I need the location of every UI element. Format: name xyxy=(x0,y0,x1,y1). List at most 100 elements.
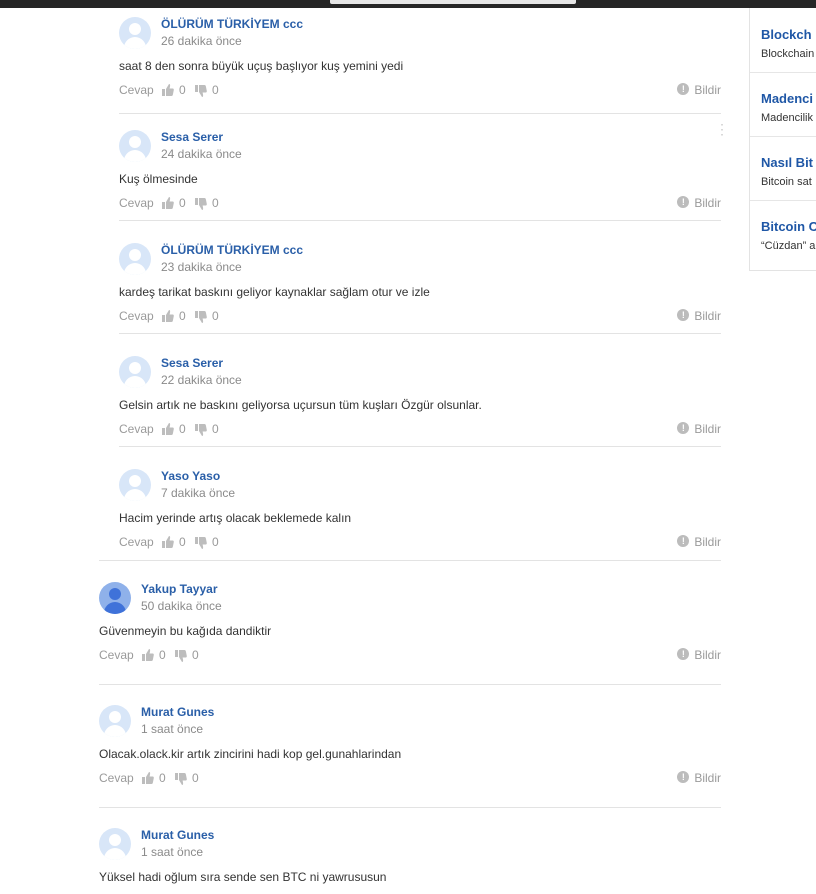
comment-text: Kuş ölmesinde xyxy=(119,172,198,186)
dislike-count: 0 xyxy=(212,196,219,210)
like-count: 0 xyxy=(159,648,166,662)
report-label: Bildir xyxy=(694,422,721,436)
report-button[interactable]: ! Bildir xyxy=(677,771,721,785)
dislike-count: 0 xyxy=(192,771,199,785)
comment-actions: Cevap 0 0 ! Bildir xyxy=(119,422,721,436)
reply-button[interactable]: Cevap xyxy=(99,648,134,662)
comment-actions: Cevap 0 0 ! Bildir xyxy=(99,771,721,785)
avatar[interactable] xyxy=(119,469,151,501)
reply-button[interactable]: Cevap xyxy=(119,196,154,210)
thumbs-up-icon[interactable] xyxy=(162,423,174,435)
report-label: Bildir xyxy=(694,309,721,323)
thumbs-down-icon[interactable] xyxy=(195,311,207,323)
reply-button[interactable]: Cevap xyxy=(119,422,154,436)
comment: Murat Gunes 1 saat önce Yüksel hadi oğlu… xyxy=(99,819,721,894)
thumbs-down-icon[interactable] xyxy=(195,537,207,549)
avatar[interactable] xyxy=(99,582,131,614)
thumbs-down-icon[interactable] xyxy=(195,424,207,436)
comment-actions: Cevap 0 0 ! Bildir xyxy=(119,535,721,549)
thumbs-up-icon[interactable] xyxy=(162,197,174,209)
sidebar-article[interactable]: Blockch Blockchain xyxy=(750,8,816,73)
comment-text: kardeş tarikat baskını geliyor kaynaklar… xyxy=(119,285,430,299)
reply-button[interactable]: Cevap xyxy=(119,535,154,549)
sidebar-article[interactable]: Nasıl Bit Bitcoin sat xyxy=(750,136,816,201)
comment-author[interactable]: Sesa Serer xyxy=(161,130,223,144)
sidebar-article-desc: “Cüzdan” a xyxy=(761,240,816,252)
more-options-icon[interactable]: ⋮ xyxy=(715,122,729,141)
report-button[interactable]: ! Bildir xyxy=(677,535,721,549)
thumbs-up-icon[interactable] xyxy=(142,649,154,661)
browser-top-bar xyxy=(0,0,816,8)
like-count: 0 xyxy=(159,771,166,785)
comment: Yakup Tayyar 50 dakika önce Güvenmeyin b… xyxy=(99,573,721,685)
comment-text: Yüksel hadi oğlum sıra sende sen BTC ni … xyxy=(99,870,387,884)
thumbs-down-icon[interactable] xyxy=(195,85,207,97)
avatar[interactable] xyxy=(119,130,151,162)
comment-actions: Cevap 0 0 ! Bildir xyxy=(119,83,721,97)
thumbs-down-icon[interactable] xyxy=(195,198,207,210)
sidebar-article-title[interactable]: Madenci xyxy=(761,91,813,106)
alert-icon: ! xyxy=(677,196,690,208)
comment-author[interactable]: Murat Gunes xyxy=(141,705,214,719)
alert-icon: ! xyxy=(677,309,690,321)
comment-text: Olacak.olack.kir artık zincirini hadi ko… xyxy=(99,747,402,761)
dislike-count: 0 xyxy=(212,535,219,549)
report-button[interactable]: ! Bildir xyxy=(677,196,721,210)
comment-actions: Cevap 0 0 ! Bildir xyxy=(119,309,721,323)
sidebar-article[interactable]: Madenci Madencilik xyxy=(750,72,816,137)
report-button[interactable]: ! Bildir xyxy=(677,422,721,436)
comment-author[interactable]: ÖLÜRÜM TÜRKİYEM ccc xyxy=(161,17,303,31)
alert-icon: ! xyxy=(677,422,690,434)
thumbs-up-icon[interactable] xyxy=(162,84,174,96)
sidebar-article-title[interactable]: Bitcoin C xyxy=(761,219,816,234)
comment-reply: ÖLÜRÜM TÜRKİYEM ccc 23 dakika önce karde… xyxy=(119,234,721,334)
avatar[interactable] xyxy=(99,828,131,860)
dislike-count: 0 xyxy=(212,83,219,97)
report-button[interactable]: ! Bildir xyxy=(677,83,721,97)
dislike-count: 0 xyxy=(212,309,219,323)
sidebar-article[interactable]: Bitcoin C “Cüzdan” a xyxy=(750,200,816,264)
top-scrollbar-thumb[interactable] xyxy=(330,0,576,4)
comment-reply: Yaso Yaso 7 dakika önce Hacim yerinde ar… xyxy=(99,460,721,561)
reply-button[interactable]: Cevap xyxy=(99,771,134,785)
reply-button[interactable]: Cevap xyxy=(119,83,154,97)
report-label: Bildir xyxy=(694,196,721,210)
alert-icon: ! xyxy=(677,648,690,660)
thumbs-up-icon[interactable] xyxy=(142,772,154,784)
alert-icon: ! xyxy=(677,771,690,783)
thumbs-up-icon[interactable] xyxy=(162,536,174,548)
report-label: Bildir xyxy=(694,83,721,97)
thumbs-down-icon[interactable] xyxy=(175,650,187,662)
comment-author[interactable]: Murat Gunes xyxy=(141,828,214,842)
comment-author[interactable]: Yaso Yaso xyxy=(161,469,220,483)
report-button[interactable]: ! Bildir xyxy=(677,648,721,662)
comment-author[interactable]: Yakup Tayyar xyxy=(141,582,218,596)
comment: Murat Gunes 1 saat önce Olacak.olack.kir… xyxy=(99,696,721,808)
avatar[interactable] xyxy=(99,705,131,737)
report-label: Bildir xyxy=(694,535,721,549)
comment-reply: ÖLÜRÜM TÜRKİYEM ccc 26 dakika önce saat … xyxy=(119,8,721,114)
comment-author[interactable]: ÖLÜRÜM TÜRKİYEM ccc xyxy=(161,243,303,257)
avatar[interactable] xyxy=(119,17,151,49)
thumbs-down-icon[interactable] xyxy=(175,773,187,785)
sidebar-article-title[interactable]: Nasıl Bit xyxy=(761,155,813,170)
comment-actions: Cevap 0 0 ! Bildir xyxy=(119,196,721,210)
sidebar-article-desc: Bitcoin sat xyxy=(761,176,812,188)
related-articles-sidebar: Blockch Blockchain Madenci Madencilik Na… xyxy=(749,8,816,271)
comment-time: 23 dakika önce xyxy=(161,260,242,274)
report-label: Bildir xyxy=(694,771,721,785)
thumbs-up-icon[interactable] xyxy=(162,310,174,322)
comment-author[interactable]: Sesa Serer xyxy=(161,356,223,370)
like-count: 0 xyxy=(179,196,186,210)
sidebar-article-title[interactable]: Blockch xyxy=(761,27,812,42)
reply-button[interactable]: Cevap xyxy=(119,309,154,323)
comment-time: 1 saat önce xyxy=(141,722,204,736)
comment-reply-body: Yaso Yaso 7 dakika önce Hacim yerinde ar… xyxy=(119,460,721,560)
sidebar-article-desc: Madencilik xyxy=(761,112,813,124)
avatar[interactable] xyxy=(119,243,151,275)
alert-icon: ! xyxy=(677,535,690,547)
comment-text: saat 8 den sonra büyük uçuş başlıyor kuş… xyxy=(119,59,404,73)
comment-time: 7 dakika önce xyxy=(161,486,236,500)
report-button[interactable]: ! Bildir xyxy=(677,309,721,323)
avatar[interactable] xyxy=(119,356,151,388)
